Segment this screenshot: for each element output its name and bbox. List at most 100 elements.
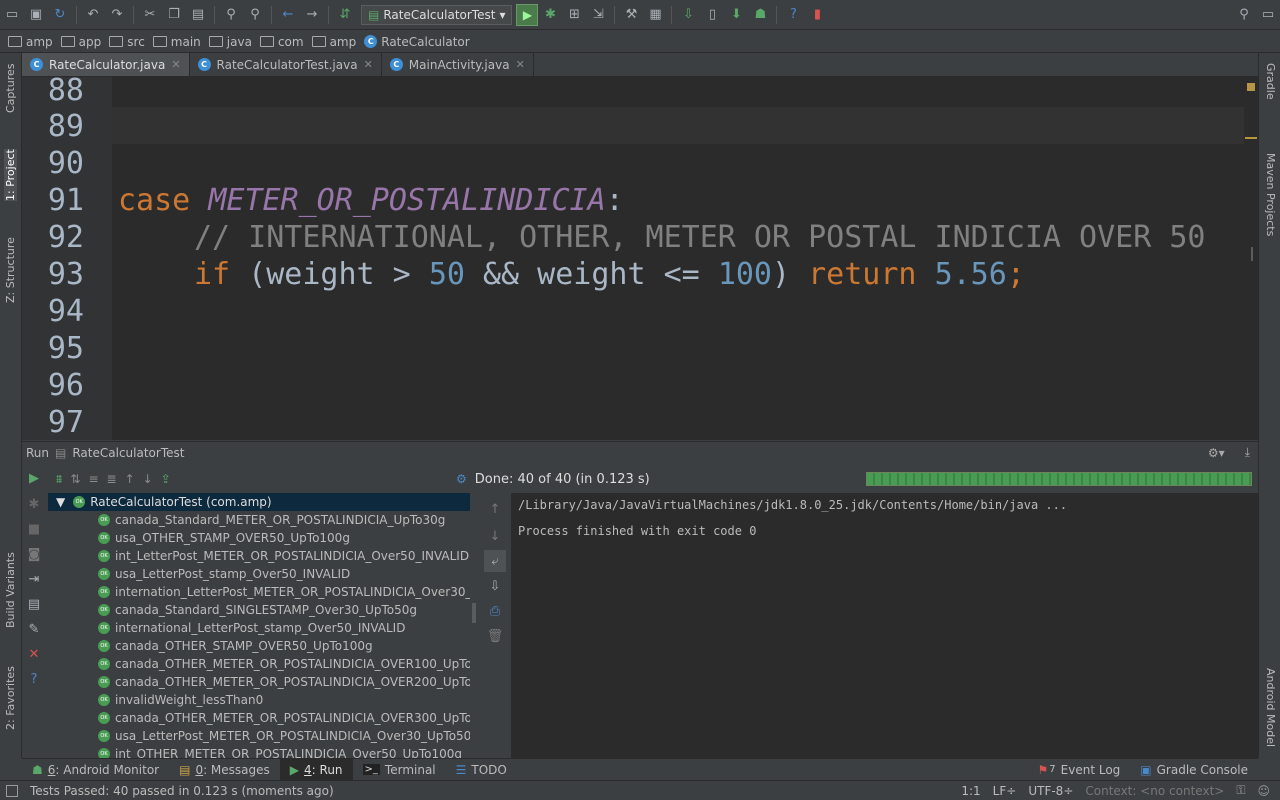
hide-panel-icon[interactable]: ⤓ (1245, 445, 1250, 460)
camera-icon[interactable]: ◙ (23, 543, 45, 565)
arrow-down-icon[interactable]: ↓ (484, 525, 506, 547)
collapse-all-icon[interactable]: ≣ (107, 472, 117, 486)
breadcrumb-item[interactable]: java (208, 35, 252, 49)
test-node[interactable]: OK internation_LetterPost_METER_OR_POSTAL… (48, 583, 470, 601)
test-node[interactable]: OK usa_OTHER_STAMP_OVER50_UpTo100g (48, 529, 470, 547)
tab-ratecalculator[interactable]: C RateCalculator.java ✕ (22, 53, 190, 76)
layout-icon[interactable]: ▭ (1257, 4, 1279, 26)
close-icon[interactable]: ✕ (516, 58, 525, 71)
breadcrumb-item[interactable]: main (152, 35, 201, 49)
test-node[interactable]: OK international_LetterPost_stamp_Over50_… (48, 619, 470, 637)
filter-icon[interactable]: ⩩ (56, 472, 62, 487)
run-config-select[interactable]: ▤ RateCalculatorTest ▾ (361, 4, 513, 25)
paste-icon[interactable]: ▤ (187, 4, 209, 26)
project-tool-button[interactable]: 1: Project (4, 149, 17, 201)
inspector-icon[interactable]: ☺ (1257, 784, 1270, 798)
make-project-icon[interactable]: ⇵ (334, 4, 356, 26)
run-config-tab[interactable]: RateCalculatorTest (72, 446, 184, 460)
test-node[interactable]: OK invalidWeight_lessThan0 (48, 691, 470, 709)
gradle-tool-button[interactable]: Gradle (1264, 63, 1277, 100)
rerun-icon[interactable]: ▶ (23, 467, 45, 489)
arrow-down-icon[interactable]: ↓ (143, 472, 153, 486)
structure-tool-button[interactable]: Z: Structure (4, 237, 17, 303)
gradle-console-button[interactable]: ▣ Gradle Console (1130, 759, 1258, 781)
run-button[interactable]: ▶ (516, 3, 539, 26)
gear-icon[interactable]: ⚙ (456, 472, 467, 486)
event-log-button[interactable]: ⚑ 7 Event Log (1028, 759, 1131, 781)
print-icon[interactable]: ⎙ (484, 600, 506, 622)
tab-ratecalculatortest[interactable]: C RateCalculatorTest.java ✕ (190, 53, 382, 76)
forward-icon[interactable]: → (301, 4, 323, 26)
test-node[interactable]: OK usa_LetterPost_stamp_Over50_INVALID (48, 565, 470, 583)
open-folder-icon[interactable]: ▭ (1, 4, 23, 26)
arrow-up-icon[interactable]: ↑ (484, 498, 506, 520)
soft-wrap-icon[interactable]: ⤶ (484, 550, 506, 572)
help-icon[interactable]: ? (23, 668, 45, 690)
debug-icon[interactable]: ✱ (539, 4, 561, 26)
save-icon[interactable]: ▣ (25, 4, 47, 26)
settings-icon[interactable]: ▦ (644, 4, 666, 26)
search-everywhere-icon[interactable]: ⚲ (1233, 4, 1255, 26)
stop-icon[interactable]: ■ (23, 518, 45, 540)
test-node[interactable]: OK usa_LetterPost_METER_OR_POSTALINDICIA_… (48, 727, 470, 745)
back-icon[interactable]: ← (277, 4, 299, 26)
test-root-node[interactable]: ▼ OK RateCalculatorTest (com.amp) (48, 493, 470, 511)
todo-button[interactable]: ☰ TODO (446, 759, 517, 781)
pin-icon[interactable]: ✎ (23, 618, 45, 640)
test-node[interactable]: OK canada_OTHER_METER_OR_POSTALINDICIA_OV… (48, 709, 470, 727)
scrollbar-thumb[interactable] (472, 603, 476, 623)
attach-debugger-icon[interactable]: ⇲ (587, 4, 609, 26)
copy-icon[interactable]: ❐ (163, 4, 185, 26)
breadcrumb-item[interactable]: C RateCalculator (364, 35, 470, 49)
lock-icon[interactable]: ⚿ (1236, 783, 1245, 798)
breadcrumb-item[interactable]: amp (311, 35, 356, 49)
test-node[interactable]: OK canada_OTHER_METER_OR_POSTALINDICIA_OV… (48, 655, 470, 673)
caret-position[interactable]: 1:1 (961, 784, 980, 798)
code-editor[interactable]: case METER_OR_POSTALINDICIA: // INTERNAT… (112, 77, 1244, 440)
android-monitor-button[interactable]: ☗ 6: Android Monitor (22, 759, 169, 781)
editor-scrollbar[interactable] (1244, 77, 1258, 440)
tab-mainactivity[interactable]: C MainActivity.java ✕ (382, 53, 534, 76)
arrow-up-icon[interactable]: ↑ (125, 472, 135, 486)
warning-marker[interactable] (1247, 83, 1255, 91)
undo-icon[interactable]: ↶ (82, 4, 104, 26)
terminal-button[interactable]: >_ Terminal (353, 759, 446, 781)
layout-icon[interactable]: ▤ (23, 593, 45, 615)
gear-icon[interactable]: ⚙▾ (1208, 446, 1225, 460)
trash-icon[interactable]: 🗑 (484, 625, 506, 647)
cut-icon[interactable]: ✂ (139, 4, 161, 26)
sdk-manager-icon[interactable]: ⬇ (725, 4, 747, 26)
expand-all-icon[interactable]: ≡ (88, 472, 98, 486)
breadcrumb-item[interactable]: src (109, 35, 145, 49)
build-variants-tool-button[interactable]: Build Variants (4, 552, 17, 628)
close-icon[interactable]: ✕ (171, 58, 180, 71)
tree-scrollbar[interactable] (470, 493, 478, 758)
test-node[interactable]: OK canada_Standard_METER_OR_POSTALINDICIA… (48, 511, 470, 529)
sort-alpha-icon[interactable]: ⇅ (70, 472, 80, 486)
toggle-tool-windows-icon[interactable] (6, 784, 18, 797)
line-separator[interactable]: LF÷ (993, 784, 1017, 798)
rerun-failed-icon[interactable]: ✱ (23, 493, 45, 515)
test-node[interactable]: OK canada_OTHER_STAMP_OVER50_UpTo100g (48, 637, 470, 655)
redo-icon[interactable]: ↷ (106, 4, 128, 26)
test-node[interactable]: OK canada_OTHER_METER_OR_POSTALINDICIA_OV… (48, 673, 470, 691)
captures-tool-button[interactable]: Captures (4, 64, 17, 113)
file-encoding[interactable]: UTF-8÷ (1028, 784, 1073, 798)
test-node[interactable]: OK canada_Standard_SINGLESTAMP_Over30_UpT… (48, 601, 470, 619)
messages-button[interactable]: ▤ 0: Messages (169, 759, 280, 781)
maven-tool-button[interactable]: Maven Projects (1264, 153, 1277, 236)
replace-icon[interactable]: ⚲ (244, 4, 266, 26)
context-indicator[interactable]: Context: <no context> (1085, 784, 1224, 798)
scrollbar-thumb[interactable] (1251, 247, 1253, 261)
scroll-to-end-icon[interactable]: ⇩ (484, 575, 506, 597)
console-output[interactable]: /Library/Java/JavaVirtualMachines/jdk1.8… (512, 493, 1258, 758)
stop-icon[interactable]: ▮ (806, 4, 828, 26)
android-device-monitor-icon[interactable]: ☗ (749, 4, 771, 26)
close-icon[interactable]: ✕ (23, 643, 45, 665)
android-model-tool-button[interactable]: Android Model (1264, 668, 1277, 747)
error-stripe-marker[interactable] (1245, 137, 1257, 139)
favorites-tool-button[interactable]: 2: Favorites (4, 666, 17, 730)
breadcrumb-item[interactable]: app (60, 35, 101, 49)
avd-manager-icon[interactable]: ▯ (701, 4, 723, 26)
project-structure-icon[interactable]: ⚒ (620, 4, 642, 26)
